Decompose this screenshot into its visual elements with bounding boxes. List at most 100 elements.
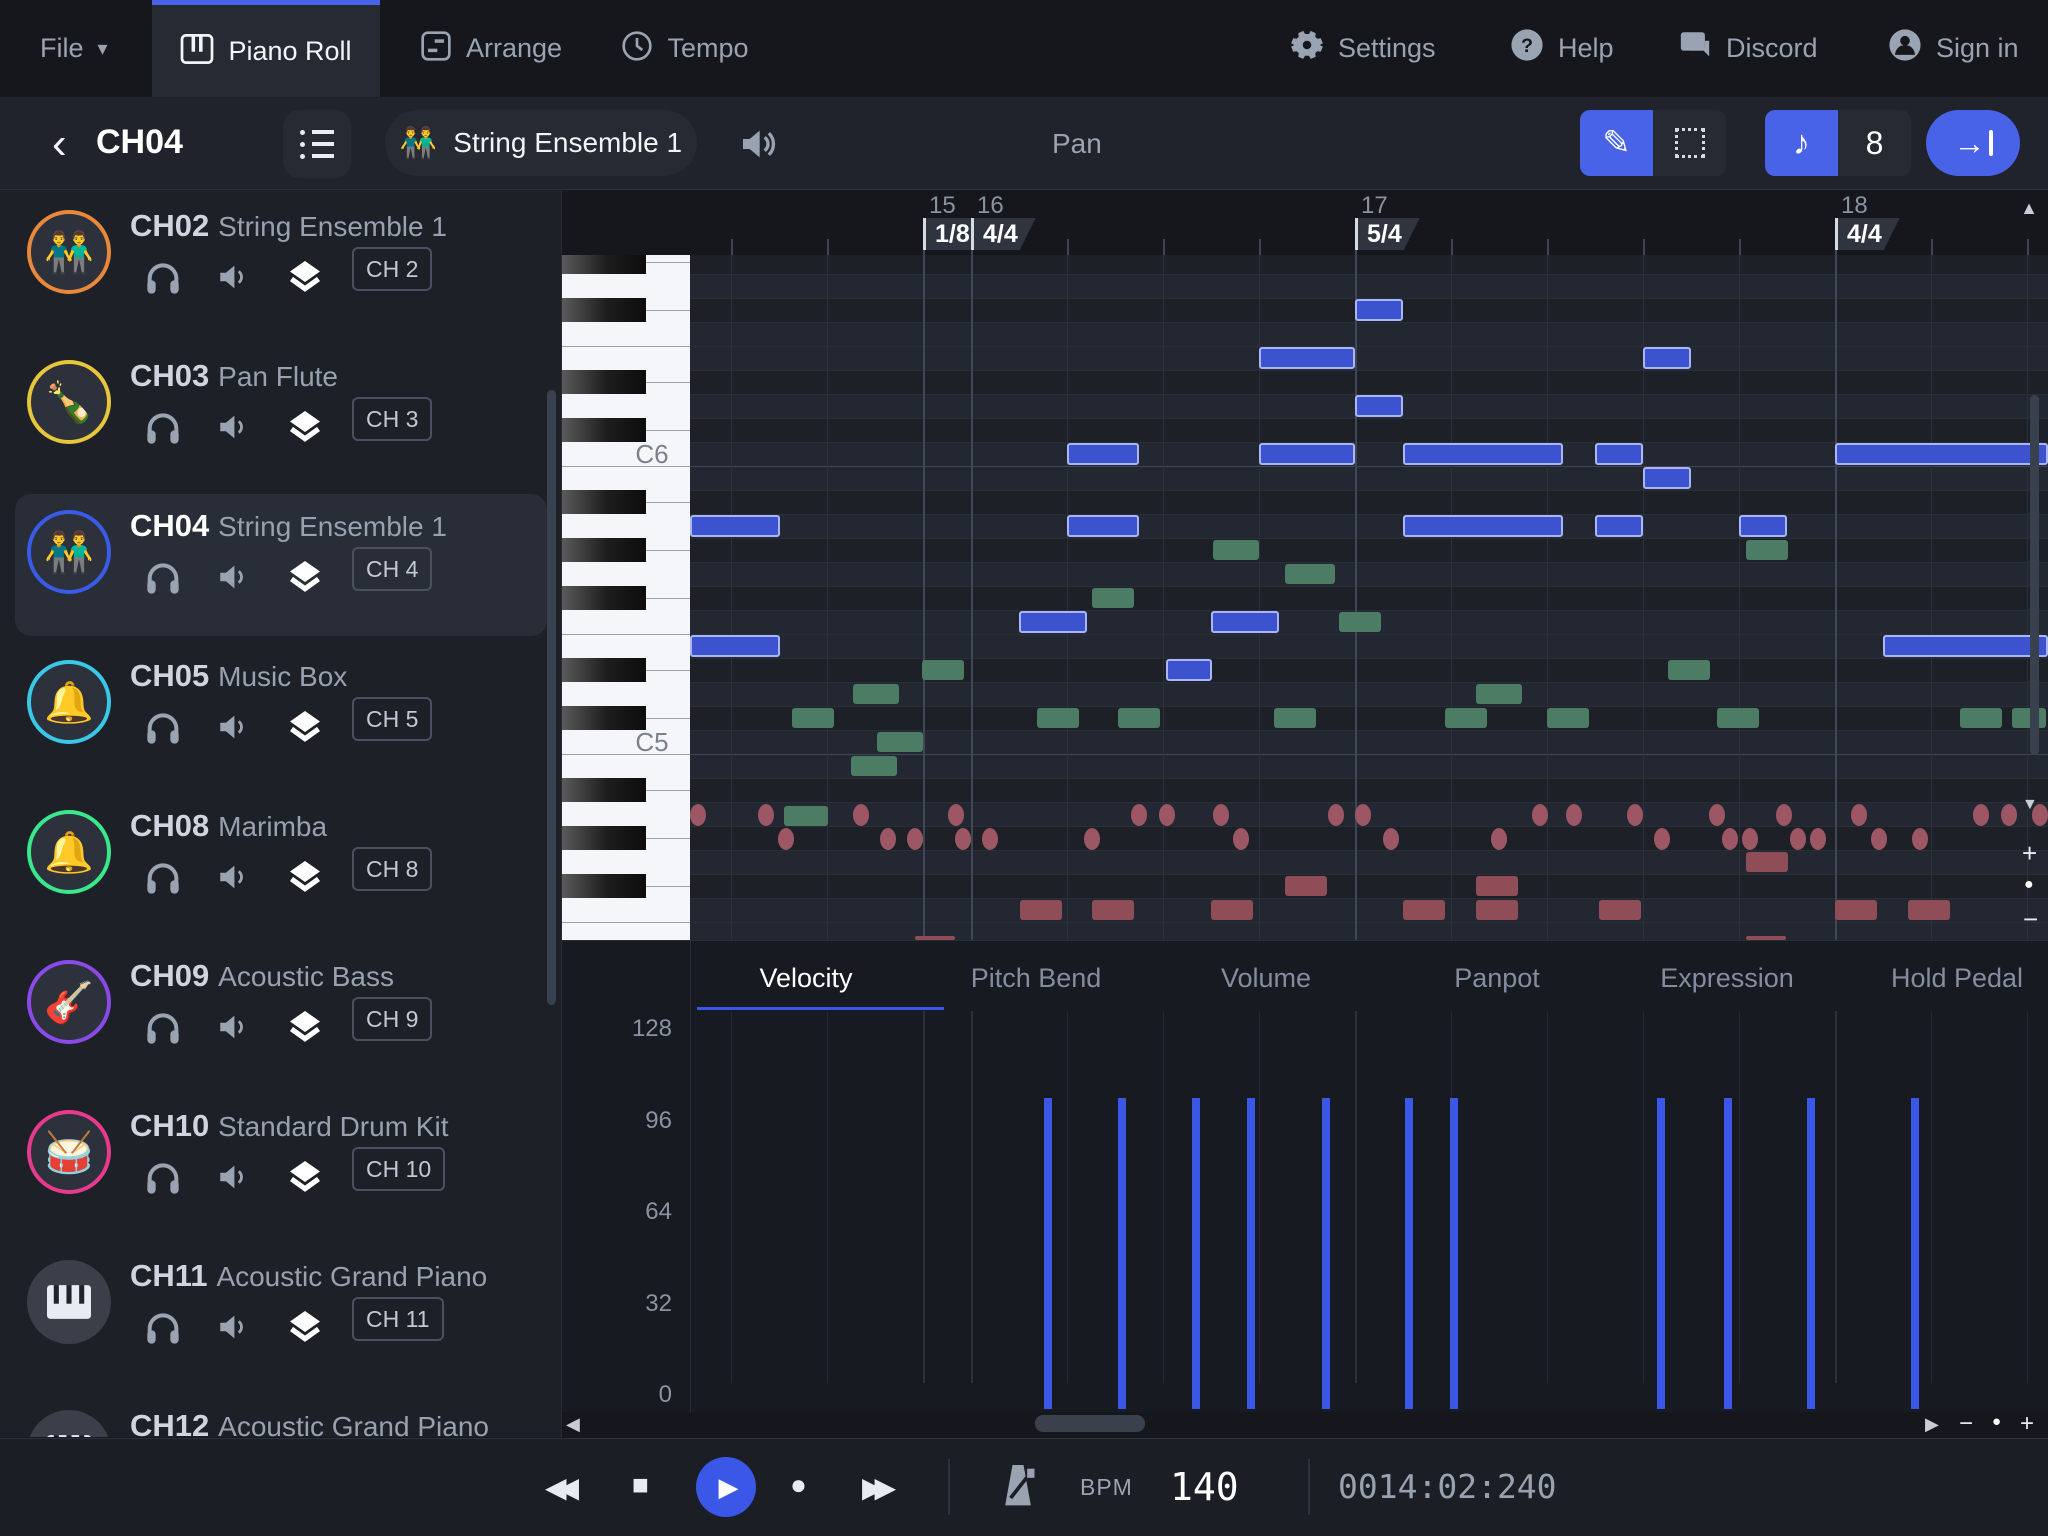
fast-forward-button[interactable]: ▶▶: [862, 1471, 887, 1504]
record-button[interactable]: ●: [790, 1469, 807, 1501]
zoom-reset-dot-icon[interactable]: ●: [2024, 876, 2034, 894]
layers-icon[interactable]: [287, 408, 323, 449]
layers-icon[interactable]: [287, 1008, 323, 1049]
black-key[interactable]: [562, 874, 646, 898]
zoom-in-vertical-icon[interactable]: +: [2022, 838, 2037, 869]
scroll-up-icon[interactable]: ▲: [2020, 198, 2038, 219]
timeline-ruler[interactable]: 151/8164/4175/4184/4 ▲: [562, 190, 2048, 255]
roll-vertical-scrollbar[interactable]: [2030, 395, 2039, 755]
solo-headphones-icon[interactable]: [143, 258, 183, 301]
file-menu[interactable]: File ▾: [40, 0, 108, 97]
midi-channel-badge[interactable]: CH 2: [352, 256, 432, 283]
midi-note-active[interactable]: [1166, 659, 1212, 681]
mute-speaker-icon[interactable]: [215, 860, 251, 899]
channel-item-ch03[interactable]: 🍾CH03 Pan FluteCH 3: [0, 350, 562, 500]
solo-headphones-icon[interactable]: [143, 708, 183, 751]
black-key[interactable]: [562, 658, 646, 682]
channel-item-ch04[interactable]: 👬CH04 String Ensemble 1CH 4: [0, 500, 562, 650]
midi-note-active[interactable]: [1643, 467, 1691, 489]
velocity-bar[interactable]: [1322, 1098, 1330, 1409]
midi-channel-badge[interactable]: CH 5: [352, 706, 432, 733]
note-length-value-button[interactable]: 8: [1838, 110, 1911, 176]
layers-icon[interactable]: [287, 1158, 323, 1199]
zoom-in-horizontal-icon[interactable]: +: [2020, 1410, 2034, 1438]
note-length-button[interactable]: ♪: [1765, 110, 1838, 176]
horizontal-scrollbar-thumb[interactable]: [1035, 1415, 1145, 1432]
zoom-out-horizontal-icon[interactable]: −: [1959, 1410, 1973, 1438]
midi-note-active[interactable]: [1259, 347, 1355, 369]
velocity-bar[interactable]: [1657, 1098, 1665, 1409]
layers-icon[interactable]: [287, 258, 323, 299]
layers-icon[interactable]: [287, 1308, 323, 1349]
mute-speaker-icon[interactable]: [215, 1160, 251, 1199]
back-chevron-icon[interactable]: ‹: [52, 119, 67, 169]
solo-headphones-icon[interactable]: [143, 858, 183, 901]
nav-discord[interactable]: Discord: [1678, 0, 1818, 97]
channel-list-button[interactable]: [283, 110, 351, 178]
tab-piano-roll[interactable]: Piano Roll: [152, 0, 380, 97]
midi-channel-badge[interactable]: CH 9: [352, 1006, 432, 1033]
metronome-icon[interactable]: [996, 1461, 1040, 1518]
solo-headphones-icon[interactable]: [143, 1008, 183, 1051]
solo-headphones-icon[interactable]: [143, 1158, 183, 1201]
selection-tool-button[interactable]: [1653, 110, 1726, 176]
black-key[interactable]: [562, 586, 646, 610]
instrument-selector[interactable]: 👬 String Ensemble 1: [385, 110, 697, 176]
pencil-tool-button[interactable]: ✎: [1580, 110, 1653, 176]
midi-note-active[interactable]: [1355, 395, 1403, 417]
controller-tab-pitch-bend[interactable]: Pitch Bend: [926, 963, 1146, 994]
piano-roll-grid[interactable]: [690, 255, 2048, 940]
rewind-button[interactable]: ◀◀: [545, 1471, 570, 1504]
solo-headphones-icon[interactable]: [143, 558, 183, 601]
layers-icon[interactable]: [287, 708, 323, 749]
channel-item-ch10[interactable]: 🥁CH10 Standard Drum KitCH 10: [0, 1100, 562, 1250]
mute-speaker-icon[interactable]: [215, 260, 251, 299]
channel-item-ch02[interactable]: 👬CH02 String Ensemble 1CH 2: [0, 200, 562, 350]
midi-note-active[interactable]: [1403, 443, 1563, 465]
sidebar-scrollbar[interactable]: [547, 390, 556, 1005]
black-key[interactable]: [562, 490, 646, 514]
velocity-bar[interactable]: [1911, 1098, 1919, 1409]
zoom-reset-horizontal-icon[interactable]: ●: [1992, 1413, 2001, 1430]
channel-item-ch09[interactable]: 🎸CH09 Acoustic BassCH 9: [0, 950, 562, 1100]
jump-to-end-button[interactable]: →: [1926, 110, 2020, 176]
scroll-right-icon[interactable]: ▶: [1925, 1414, 1939, 1435]
nav-settings[interactable]: Settings: [1290, 0, 1436, 97]
play-button[interactable]: ▶: [696, 1457, 756, 1517]
time-signature-chip[interactable]: 4/4: [1835, 218, 1900, 250]
black-key[interactable]: [562, 298, 646, 322]
mute-speaker-icon[interactable]: [215, 1310, 251, 1349]
velocity-bar[interactable]: [1247, 1098, 1255, 1409]
velocity-bar[interactable]: [1192, 1098, 1200, 1409]
solo-headphones-icon[interactable]: [143, 408, 183, 451]
scroll-left-icon[interactable]: ◀: [566, 1414, 580, 1435]
controller-tab-hold-pedal[interactable]: Hold Pedal: [1847, 963, 2048, 994]
velocity-bar[interactable]: [1724, 1098, 1732, 1409]
midi-channel-badge[interactable]: CH 4: [352, 556, 432, 583]
mute-speaker-icon[interactable]: [215, 710, 251, 749]
midi-channel-badge[interactable]: CH 10: [352, 1156, 445, 1183]
nav-sign-in[interactable]: Sign in: [1888, 0, 2019, 97]
tab-arrange[interactable]: Arrange: [408, 0, 574, 97]
midi-channel-badge[interactable]: CH 11: [352, 1306, 444, 1333]
channel-item-ch11[interactable]: CH11 Acoustic Grand PianoCH 11: [0, 1250, 562, 1400]
black-key[interactable]: [562, 255, 646, 274]
piano-keyboard[interactable]: C6C5: [562, 255, 690, 940]
nav-help[interactable]: ?Help: [1510, 0, 1614, 97]
mute-speaker-icon[interactable]: [215, 560, 251, 599]
bpm-value[interactable]: 140: [1170, 1465, 1239, 1509]
velocity-bar[interactable]: [1118, 1098, 1126, 1409]
velocity-bar[interactable]: [1044, 1098, 1052, 1409]
controller-tab-velocity[interactable]: Velocity: [696, 963, 916, 994]
midi-channel-badge[interactable]: CH 3: [352, 406, 432, 433]
midi-note-active[interactable]: [1067, 515, 1139, 537]
midi-note-active[interactable]: [1019, 611, 1087, 633]
black-key[interactable]: [562, 826, 646, 850]
midi-note-active[interactable]: [690, 635, 780, 657]
time-position-display[interactable]: 0014:02:240: [1338, 1467, 1557, 1506]
zoom-out-vertical-icon[interactable]: −: [2023, 904, 2038, 935]
velocity-bar[interactable]: [1807, 1098, 1815, 1409]
midi-note-active[interactable]: [1067, 443, 1139, 465]
midi-note-active[interactable]: [1259, 443, 1355, 465]
black-key[interactable]: [562, 778, 646, 802]
